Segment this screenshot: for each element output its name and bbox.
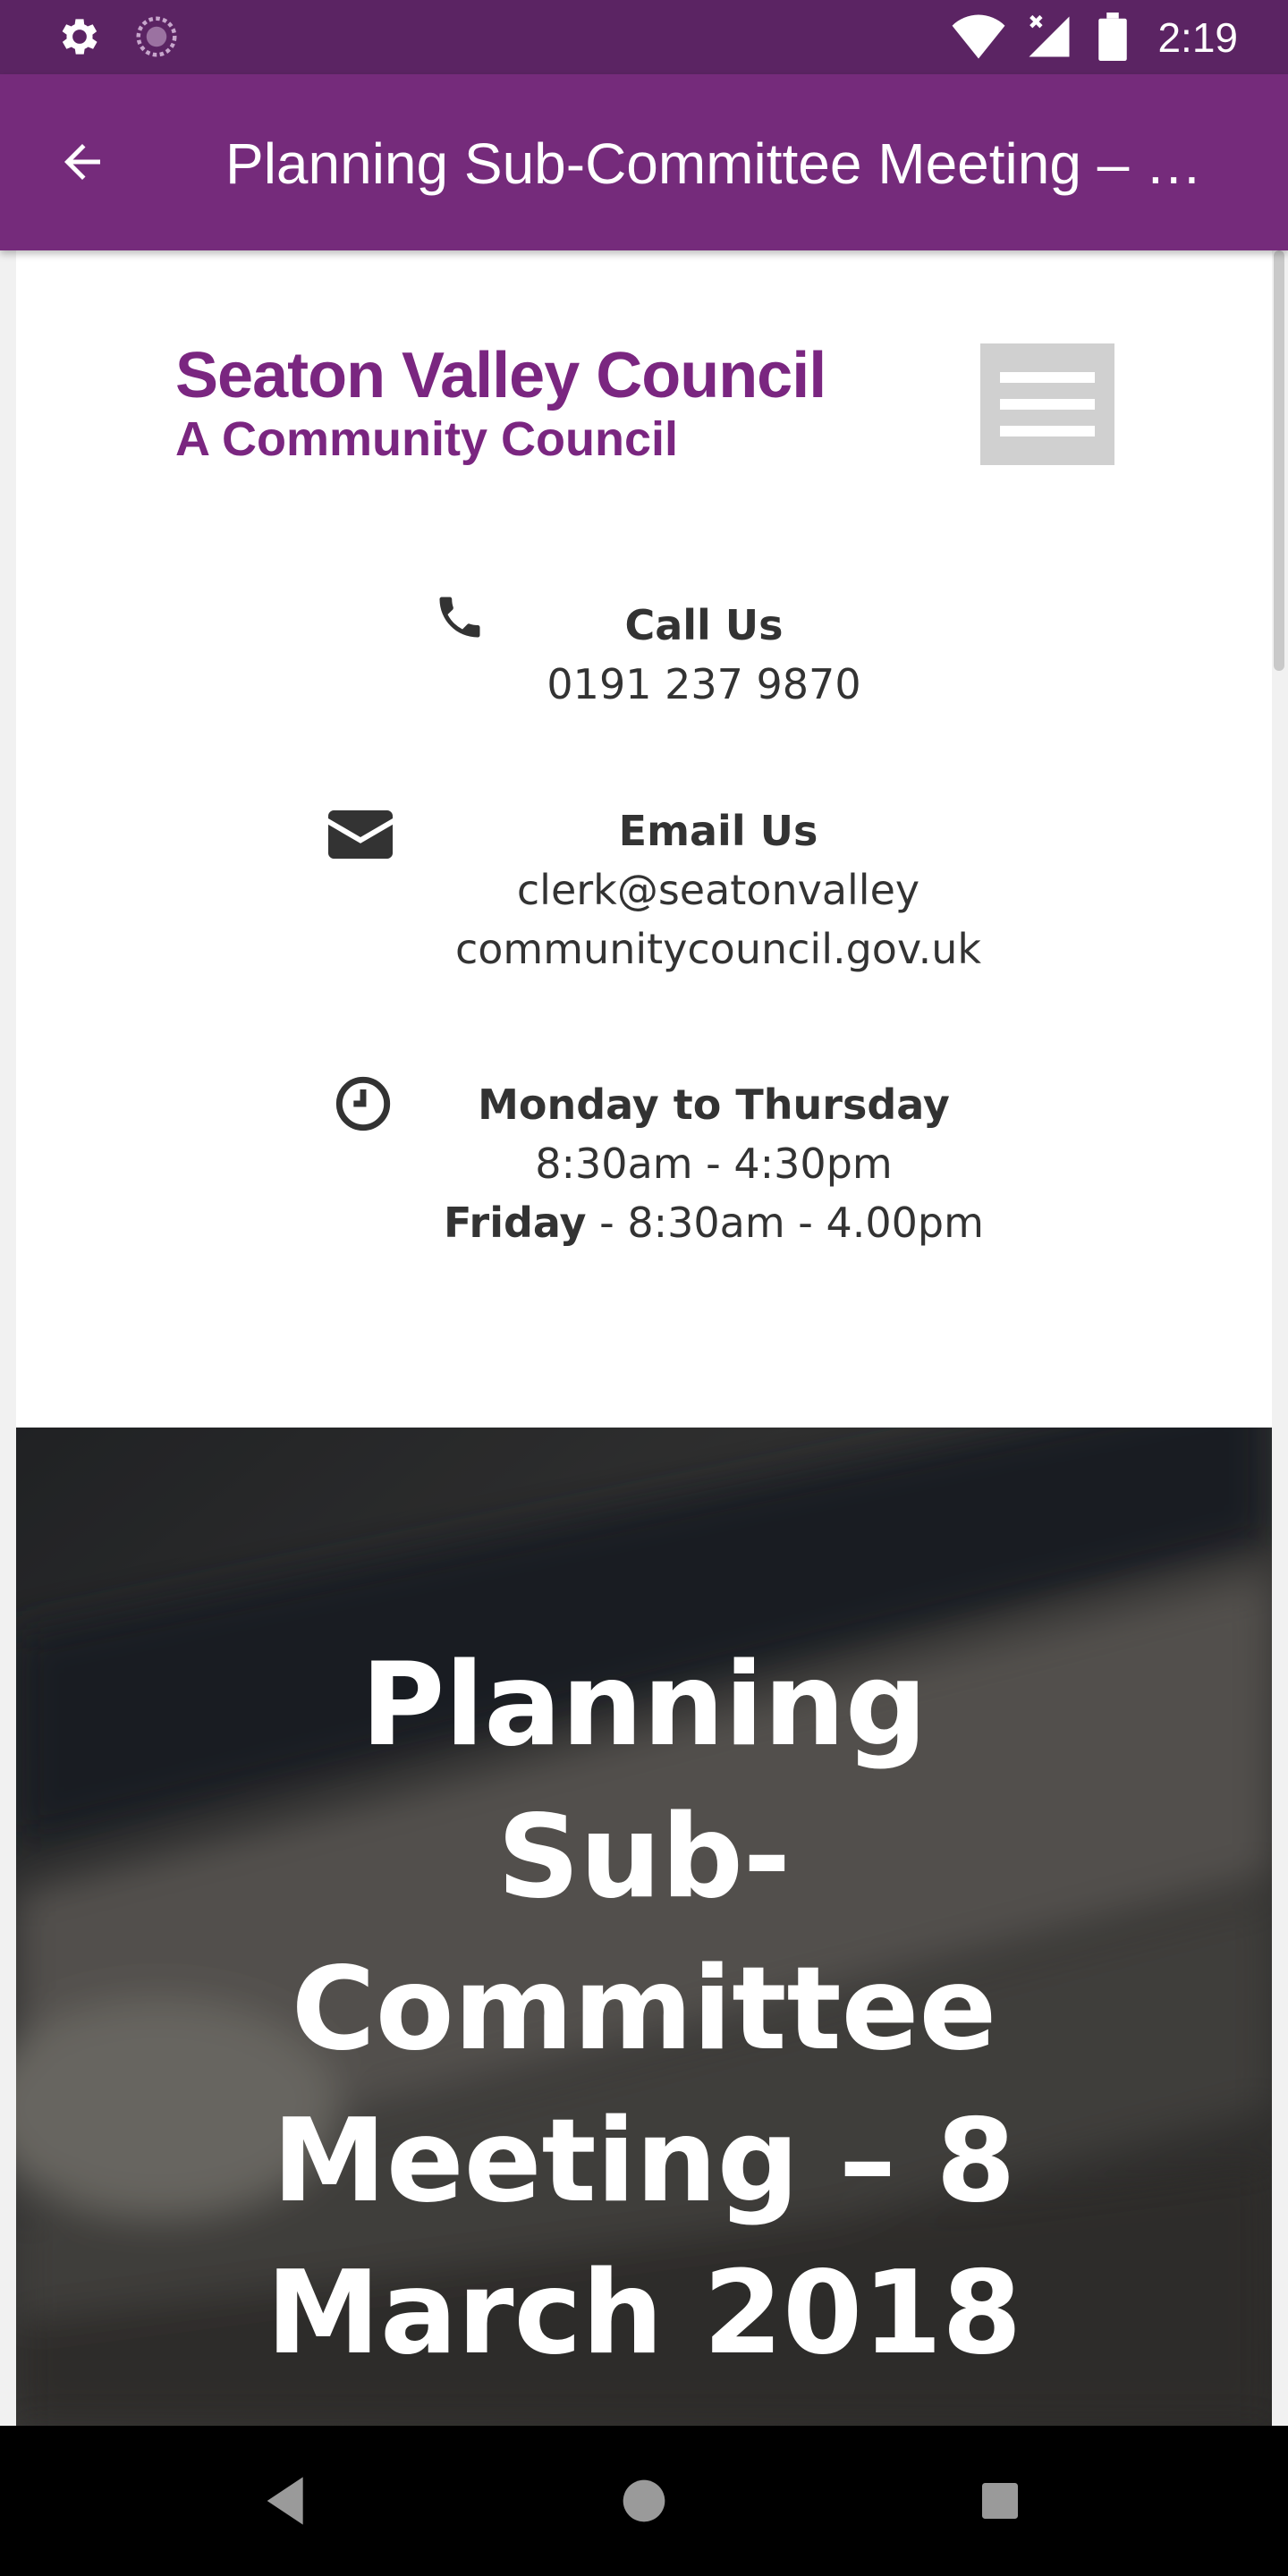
cell-signal-icon xyxy=(1025,13,1073,64)
call-text: Call Us 0191 237 9870 xyxy=(494,596,914,714)
friday-label: Friday xyxy=(444,1199,587,1247)
weekday-hours: 8:30am - 4:30pm xyxy=(535,1140,893,1188)
menu-bar xyxy=(1000,399,1095,410)
friday-hours-line: Friday - 8:30am - 4.00pm xyxy=(410,1193,1018,1252)
hours-text: Monday to Thursday 8:30am - 4:30pm Frida… xyxy=(410,1075,1018,1252)
web-page: Seaton Valley Council A Community Counci… xyxy=(16,250,1272,2426)
status-time: 2:19 xyxy=(1157,14,1238,61)
envelope-icon xyxy=(327,805,394,862)
hero-banner: Planning Sub-Committee Meeting – 8 March… xyxy=(16,1428,1272,2426)
friday-hours: - 8:30am - 4.00pm xyxy=(586,1199,984,1247)
settings-icon xyxy=(55,13,104,64)
site-logo[interactable]: Seaton Valley Council A Community Counci… xyxy=(175,340,891,466)
wifi-icon xyxy=(952,13,1005,64)
logo-subtitle: A Community Council xyxy=(175,412,678,466)
hero-title: Planning Sub-Committee Meeting – 8 March… xyxy=(266,1639,1022,2380)
email-text: Email Us clerk@seatonvalley communitycou… xyxy=(410,801,1027,979)
toolbar-title: Planning Sub-Committee Meeting – 8 March… xyxy=(225,131,1218,196)
call-heading: Call Us xyxy=(624,601,784,649)
scrollbar[interactable] xyxy=(1274,250,1284,671)
phone-number-link[interactable]: 0191 237 9870 xyxy=(494,655,914,714)
sync-icon xyxy=(132,13,181,64)
webview[interactable]: Seaton Valley Council A Community Counci… xyxy=(0,250,1288,2426)
email-heading: Email Us xyxy=(618,807,818,855)
battery-icon xyxy=(1097,13,1129,64)
back-triangle-icon[interactable] xyxy=(252,2465,324,2537)
phone-icon xyxy=(433,590,487,648)
recents-square-icon[interactable] xyxy=(964,2465,1036,2537)
hamburger-menu-icon xyxy=(1000,372,1095,383)
navigation-bar xyxy=(0,2426,1288,2576)
app-toolbar: Planning Sub-Committee Meeting – 8 March… xyxy=(0,74,1288,250)
menu-bar xyxy=(1000,426,1095,436)
email-link-line2[interactable]: communitycouncil.gov.uk xyxy=(410,919,1027,979)
email-link-line1[interactable]: clerk@seatonvalley xyxy=(410,860,1027,919)
hamburger-menu-button[interactable] xyxy=(980,343,1114,465)
hours-heading: Monday to Thursday xyxy=(478,1080,950,1129)
arrow-back-icon xyxy=(55,135,109,192)
home-circle-icon[interactable] xyxy=(608,2465,680,2537)
clock-icon xyxy=(335,1075,392,1136)
back-button[interactable] xyxy=(45,126,120,201)
logo-title: Seaton Valley Council xyxy=(175,340,826,411)
status-bar: 2:19 xyxy=(0,0,1288,74)
